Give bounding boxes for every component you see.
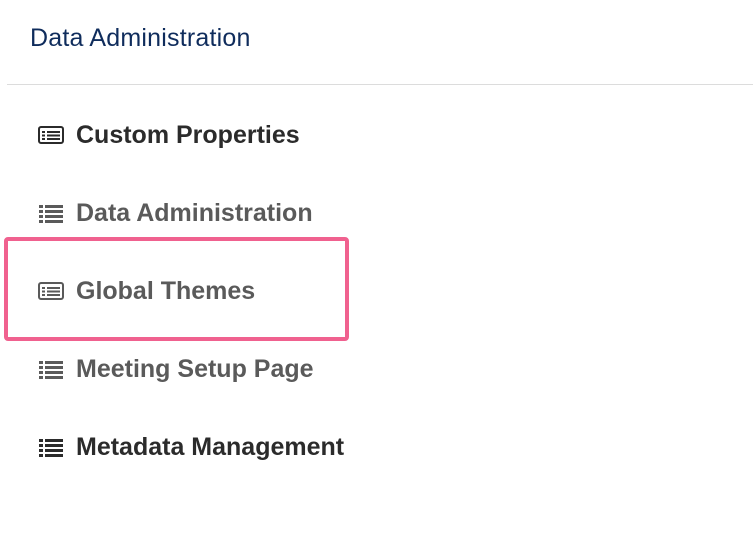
menu-item-label: Custom Properties [76, 120, 300, 149]
card-list-icon [38, 125, 64, 145]
menu-item-label: Metadata Management [76, 432, 345, 461]
menu-item-label: Meeting Setup Page [76, 354, 314, 383]
page-header: Data Administration [0, 0, 753, 85]
header-divider [7, 84, 753, 85]
menu-item-custom-properties[interactable]: Custom Properties [38, 115, 300, 155]
list-icon [38, 203, 64, 223]
menu-item-data-administration[interactable]: Data Administration [38, 193, 313, 233]
menu-item-label: Data Administration [76, 198, 313, 227]
menu-item-metadata-management[interactable]: Metadata Management [38, 427, 344, 467]
page-title: Data Administration [30, 24, 251, 52]
list-icon [38, 437, 64, 457]
menu-item-meeting-setup-page[interactable]: Meeting Setup Page [38, 349, 314, 389]
selection-highlight [4, 237, 349, 341]
list-icon [38, 359, 64, 379]
